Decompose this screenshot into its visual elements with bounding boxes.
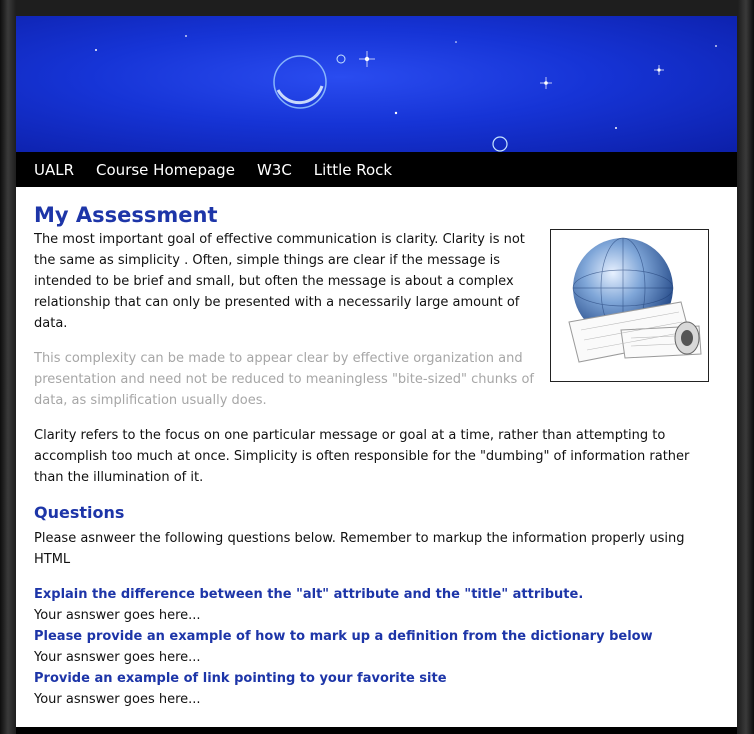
question-3: Provide an example of link pointing to y… — [34, 671, 447, 686]
main-content: My Assessment The most important goal of… — [34, 187, 724, 710]
nav-link-little-rock[interactable]: Little Rock — [314, 161, 392, 179]
answer-1: Your asnswer goes here... — [34, 608, 201, 623]
header-banner — [16, 16, 737, 152]
question-2: Please provide an example of how to mark… — [34, 629, 653, 644]
page-container: UALR Course Homepage W3C Little Rock My … — [16, 16, 737, 734]
nav-link-ualr[interactable]: UALR — [34, 161, 74, 179]
questions-instructions: Please asnweer the following questions b… — [34, 531, 685, 567]
nav-link-course-homepage[interactable]: Course Homepage — [96, 161, 235, 179]
footer-bar — [16, 727, 737, 734]
intro-section: The most important goal of effective com… — [34, 229, 724, 411]
night-sky-moon-illustration — [95, 35, 717, 152]
answer-2: Your asnswer goes here... — [34, 650, 201, 665]
intro-paragraph-2: This complexity can be made to appear cl… — [34, 351, 534, 408]
question-list: Explain the difference between the "alt"… — [34, 584, 724, 710]
intro-paragraph-1: The most important goal of effective com… — [34, 232, 525, 331]
clarity-paragraph: Clarity refers to the focus on one parti… — [34, 428, 690, 485]
globe-icon — [568, 237, 702, 363]
answer-3: Your asnswer goes here... — [34, 692, 201, 707]
top-navigation: UALR Course Homepage W3C Little Rock — [16, 152, 737, 187]
questions-heading: Questions — [34, 503, 125, 522]
nav-link-w3c[interactable]: W3C — [257, 161, 292, 179]
question-1: Explain the difference between the "alt"… — [34, 587, 584, 602]
page-frame: UALR Course Homepage W3C Little Rock My … — [0, 0, 754, 734]
globe-blueprint-image — [550, 229, 709, 382]
page-title: My Assessment — [34, 203, 218, 227]
